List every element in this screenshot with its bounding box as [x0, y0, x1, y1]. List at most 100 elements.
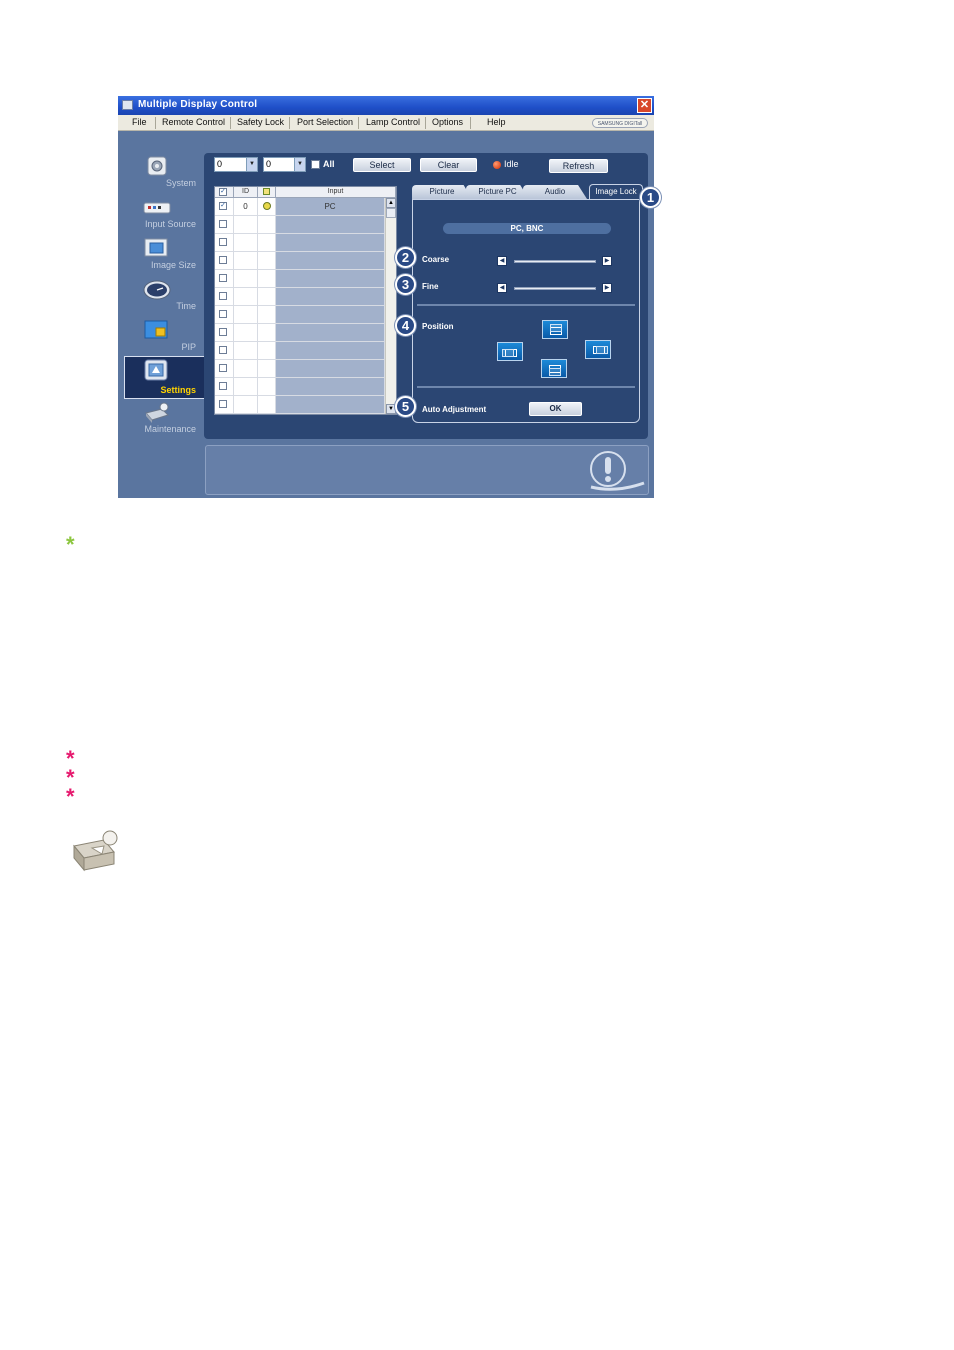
- row-input: [276, 378, 385, 395]
- row-id: [234, 306, 258, 323]
- clear-button[interactable]: Clear: [420, 158, 477, 172]
- row-id: [234, 342, 258, 359]
- table-row[interactable]: [215, 270, 385, 288]
- row-checkbox[interactable]: [219, 292, 227, 300]
- tab-audio[interactable]: Audio: [523, 185, 587, 199]
- sidebar-item-image-size[interactable]: Image Size: [124, 233, 204, 273]
- row-input: [276, 234, 385, 251]
- menu-file[interactable]: File: [132, 117, 147, 127]
- row-check-cell[interactable]: [215, 342, 234, 359]
- menu-help[interactable]: Help: [487, 117, 506, 127]
- row-check-cell[interactable]: [215, 396, 234, 413]
- scroll-up-icon[interactable]: ▲: [386, 198, 396, 208]
- menu-safety-lock[interactable]: Safety Lock: [237, 117, 284, 127]
- sidebar-item-maintenance[interactable]: Maintenance: [124, 397, 204, 437]
- table-row[interactable]: [215, 288, 385, 306]
- sidebar-item-label: System: [165, 178, 196, 188]
- menu-remote-control[interactable]: Remote Control: [162, 117, 225, 127]
- grid-header-check[interactable]: ✓: [215, 187, 234, 198]
- row-checkbox[interactable]: [219, 346, 227, 354]
- sidebar-item-time[interactable]: Time: [124, 274, 204, 314]
- position-left-button[interactable]: [497, 342, 523, 361]
- row-check-cell[interactable]: [215, 360, 234, 377]
- close-button[interactable]: ✕: [637, 98, 652, 113]
- select-all-checkbox[interactable]: ✓: [219, 188, 227, 196]
- row-checkbox[interactable]: [219, 382, 227, 390]
- sidebar-item-label: Time: [176, 301, 196, 311]
- chevron-down-icon[interactable]: ▼: [294, 158, 305, 171]
- coarse-decrease-button[interactable]: ◀: [497, 256, 507, 266]
- sidebar-item-pip[interactable]: PIP: [124, 315, 204, 355]
- row-check-cell[interactable]: ✓: [215, 198, 234, 215]
- menu-options[interactable]: Options: [432, 117, 463, 127]
- row-checkbox[interactable]: [219, 400, 227, 408]
- all-checkbox[interactable]: [311, 160, 320, 169]
- table-row[interactable]: [215, 324, 385, 342]
- auto-adjustment-ok-button[interactable]: OK: [529, 402, 582, 416]
- callout-1: 1: [640, 187, 661, 208]
- position-down-button[interactable]: [541, 359, 567, 378]
- row-id: [234, 216, 258, 233]
- row-checkbox[interactable]: [219, 328, 227, 336]
- main-panel: 0 ▼ 0 ▼ All Select Clear Idle Refresh ✓ …: [204, 153, 648, 439]
- menu-lamp-control[interactable]: Lamp Control: [366, 117, 420, 127]
- refresh-button[interactable]: Refresh: [549, 159, 608, 173]
- row-checkbox[interactable]: [219, 310, 227, 318]
- menu-bar: File Remote Control Safety Lock Port Sel…: [118, 115, 654, 131]
- row-check-cell[interactable]: [215, 306, 234, 323]
- table-row[interactable]: [215, 216, 385, 234]
- row-checkbox[interactable]: [219, 364, 227, 372]
- table-row[interactable]: ✓ 0 PC: [215, 198, 385, 216]
- tab-picture-pc[interactable]: Picture PC: [466, 185, 529, 199]
- id-range-start-select[interactable]: 0 ▼: [214, 157, 258, 172]
- menu-port-selection[interactable]: Port Selection: [297, 117, 353, 127]
- table-row[interactable]: [215, 234, 385, 252]
- tab-picture[interactable]: Picture: [412, 185, 472, 199]
- row-check-cell[interactable]: [215, 324, 234, 341]
- fine-decrease-button[interactable]: ◀: [497, 283, 507, 293]
- table-row[interactable]: [215, 378, 385, 396]
- coarse-increase-button[interactable]: ▶: [602, 256, 612, 266]
- table-row[interactable]: [215, 360, 385, 378]
- chevron-down-icon[interactable]: ▼: [246, 158, 257, 171]
- row-status: [258, 306, 276, 323]
- callout-5: 5: [395, 396, 416, 417]
- sidebar-item-label: Maintenance: [144, 424, 196, 434]
- table-row[interactable]: [215, 306, 385, 324]
- position-right-button[interactable]: [585, 340, 611, 359]
- row-check-cell[interactable]: [215, 270, 234, 287]
- status-dot-icon: [262, 202, 271, 210]
- row-check-cell[interactable]: [215, 378, 234, 395]
- status-led-icon: [493, 161, 501, 169]
- table-row[interactable]: [215, 342, 385, 360]
- row-checkbox[interactable]: [219, 220, 227, 228]
- row-checkbox[interactable]: [219, 238, 227, 246]
- table-row[interactable]: [215, 396, 385, 414]
- row-status: [258, 252, 276, 269]
- row-checkbox[interactable]: [219, 274, 227, 282]
- fine-increase-button[interactable]: ▶: [602, 283, 612, 293]
- divider: [417, 386, 635, 388]
- row-check-cell[interactable]: [215, 288, 234, 305]
- coarse-slider[interactable]: [514, 260, 596, 263]
- title-bar[interactable]: Multiple Display Control ✕: [118, 96, 654, 115]
- sidebar-item-system[interactable]: System: [124, 151, 204, 191]
- row-checkbox[interactable]: [219, 256, 227, 264]
- grid-scrollbar[interactable]: ▲ ▼: [385, 198, 396, 414]
- row-check-cell[interactable]: [215, 252, 234, 269]
- sidebar-item-input-source[interactable]: Input Source: [124, 192, 204, 232]
- row-status: [258, 270, 276, 287]
- display-grid: ✓ ID Input ✓ 0 PC ▲ ▼: [214, 186, 397, 415]
- row-check-cell[interactable]: [215, 216, 234, 233]
- position-up-button[interactable]: [542, 320, 568, 339]
- sidebar-item-settings[interactable]: Settings: [124, 356, 205, 399]
- scroll-thumb[interactable]: [386, 208, 396, 218]
- coarse-label: Coarse: [422, 255, 450, 264]
- table-row[interactable]: [215, 252, 385, 270]
- divider: [417, 304, 635, 306]
- fine-slider[interactable]: [514, 287, 596, 290]
- select-button[interactable]: Select: [353, 158, 411, 172]
- row-check-cell[interactable]: [215, 234, 234, 251]
- id-range-end-select[interactable]: 0 ▼: [263, 157, 306, 172]
- row-checkbox[interactable]: ✓: [219, 202, 227, 210]
